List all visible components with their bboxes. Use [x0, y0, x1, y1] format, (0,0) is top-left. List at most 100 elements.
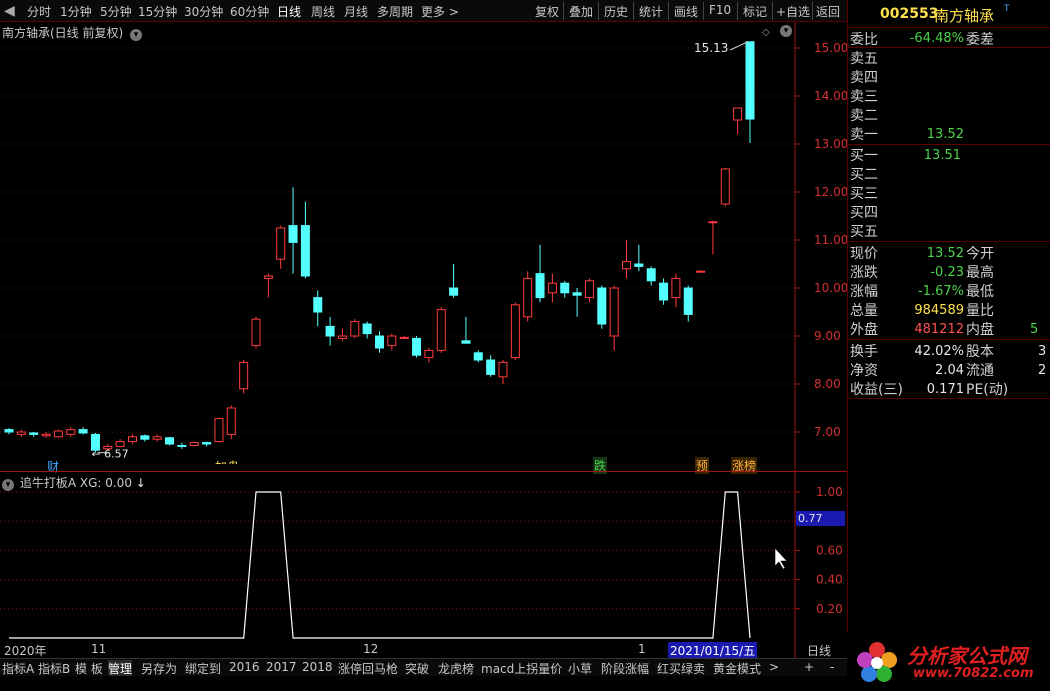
candle[interactable]	[622, 240, 631, 279]
candle[interactable]	[337, 328, 347, 341]
period-tab-60min[interactable]: 60分钟	[230, 3, 269, 20]
candle[interactable]	[239, 360, 249, 394]
action-mark-button[interactable]: 标记	[743, 3, 767, 20]
candle[interactable]	[646, 266, 656, 286]
candle[interactable]	[523, 271, 533, 322]
action-draw-button[interactable]: 画线	[674, 3, 698, 20]
candle[interactable]	[510, 302, 520, 360]
period-tab-daily[interactable]: 日线	[277, 3, 301, 20]
action-history-button[interactable]: 历史	[604, 3, 628, 20]
candle[interactable]	[202, 441, 212, 447]
candle[interactable]	[375, 331, 384, 353]
candle[interactable]	[66, 427, 76, 437]
candle[interactable]	[165, 436, 175, 446]
tab-lingcunwei[interactable]: 另存为	[141, 660, 177, 677]
period-tab-fenshi[interactable]: 分时	[27, 3, 51, 20]
candle[interactable]	[498, 360, 508, 384]
candle[interactable]	[78, 427, 88, 435]
tab-huangjin[interactable]: 黄金模式	[713, 660, 761, 677]
add-tab-icon[interactable]: +	[804, 660, 814, 674]
candle[interactable]	[473, 350, 483, 363]
tab-zhibiao-b[interactable]: 指标B	[38, 660, 70, 677]
candle[interactable]	[733, 107, 743, 135]
candle[interactable]	[251, 316, 261, 348]
candle[interactable]	[300, 201, 310, 279]
candle[interactable]	[41, 432, 51, 438]
candle[interactable]	[486, 355, 496, 377]
candle[interactable]	[708, 220, 718, 255]
tab-guanli[interactable]: 管理	[108, 660, 133, 677]
action-back-button[interactable]: 返回	[816, 3, 840, 20]
candle[interactable]	[313, 290, 323, 327]
remove-tab-icon[interactable]: -	[830, 660, 834, 674]
candle[interactable]	[547, 273, 557, 303]
candle[interactable]	[399, 336, 409, 339]
back-arrow-icon[interactable]: ◀	[4, 3, 15, 19]
marker-jiapan[interactable]: 加盘	[215, 458, 239, 464]
candle[interactable]	[461, 316, 471, 344]
period-tab-weekly[interactable]: 周线	[311, 3, 335, 20]
tab-hongmai[interactable]: 红买绿卖	[657, 660, 705, 677]
candle[interactable]	[177, 442, 187, 449]
candle[interactable]	[276, 225, 286, 269]
tab-xiaocao[interactable]: 小草	[568, 660, 592, 677]
candle[interactable]	[597, 285, 607, 329]
candle[interactable]	[263, 273, 273, 298]
period-tab-1min[interactable]: 1分钟	[60, 3, 92, 20]
candle[interactable]	[659, 278, 669, 305]
tab-jieduan[interactable]: 阶段涨幅	[601, 660, 649, 677]
tab-2018[interactable]: 2018	[302, 660, 333, 674]
tab-zhibiao-a[interactable]: 指标A	[2, 660, 34, 677]
action-fuquan-button[interactable]: 复权	[535, 3, 559, 20]
candle[interactable]	[140, 434, 150, 442]
action-f10-button[interactable]: F10	[709, 3, 731, 17]
candlestick-chart[interactable]: 15.00 14.00 13.00 12.00 11.00 10.00 9.00 8.00 7.…	[0, 22, 847, 472]
candle[interactable]	[745, 41, 755, 144]
period-tab-more[interactable]: 更多 >	[421, 3, 459, 20]
tab-bangdingdao[interactable]: 绑定到	[185, 660, 221, 677]
candle[interactable]	[214, 417, 224, 443]
indicator-chart[interactable]: 1.000.800.600.400.20 0.77	[0, 472, 847, 658]
candle[interactable]	[226, 405, 236, 440]
candle[interactable]	[424, 348, 434, 363]
tab-tupo[interactable]: 突破	[405, 660, 429, 677]
action-stats-button[interactable]: 统计	[639, 3, 663, 20]
action-add-watch-button[interactable]: +自选	[776, 3, 810, 20]
candle[interactable]	[4, 428, 14, 435]
candle[interactable]	[572, 288, 582, 317]
candle[interactable]	[560, 280, 570, 298]
candle[interactable]	[535, 244, 545, 303]
candle[interactable]	[115, 439, 125, 448]
candle[interactable]	[634, 244, 644, 272]
candle[interactable]	[449, 264, 459, 298]
candle[interactable]	[29, 432, 39, 437]
period-tab-5min[interactable]: 5分钟	[100, 3, 132, 20]
candle[interactable]	[696, 270, 706, 273]
tab-macd[interactable]: macd上拐量价	[481, 660, 562, 677]
candle[interactable]	[288, 187, 298, 274]
tab-scroll-right[interactable]: >	[769, 660, 779, 674]
tab-2016[interactable]: 2016	[229, 660, 260, 674]
candle[interactable]	[609, 285, 619, 351]
action-diejia-button[interactable]: 叠加	[569, 3, 593, 20]
period-tab-15min[interactable]: 15分钟	[138, 3, 177, 20]
candle[interactable]	[671, 273, 681, 308]
candle[interactable]	[387, 333, 397, 351]
candle[interactable]	[584, 278, 594, 303]
period-tab-monthly[interactable]: 月线	[344, 3, 368, 20]
period-tab-multi[interactable]: 多周期	[377, 3, 413, 20]
candle[interactable]	[350, 319, 360, 339]
candle[interactable]	[53, 429, 63, 438]
candle[interactable]	[128, 434, 137, 444]
tab-longhubang[interactable]: 龙虎榜	[438, 660, 474, 677]
candle[interactable]	[189, 441, 199, 447]
tab-moban[interactable]: 模 板	[75, 660, 103, 677]
period-tab-30min[interactable]: 30分钟	[184, 3, 223, 20]
candle[interactable]	[16, 429, 26, 437]
candle[interactable]	[436, 307, 446, 353]
candle[interactable]	[152, 434, 162, 442]
candle[interactable]	[683, 285, 693, 322]
candle[interactable]	[412, 336, 422, 358]
candle[interactable]	[720, 168, 730, 207]
tab-zhangting[interactable]: 涨停回马枪	[338, 660, 398, 677]
